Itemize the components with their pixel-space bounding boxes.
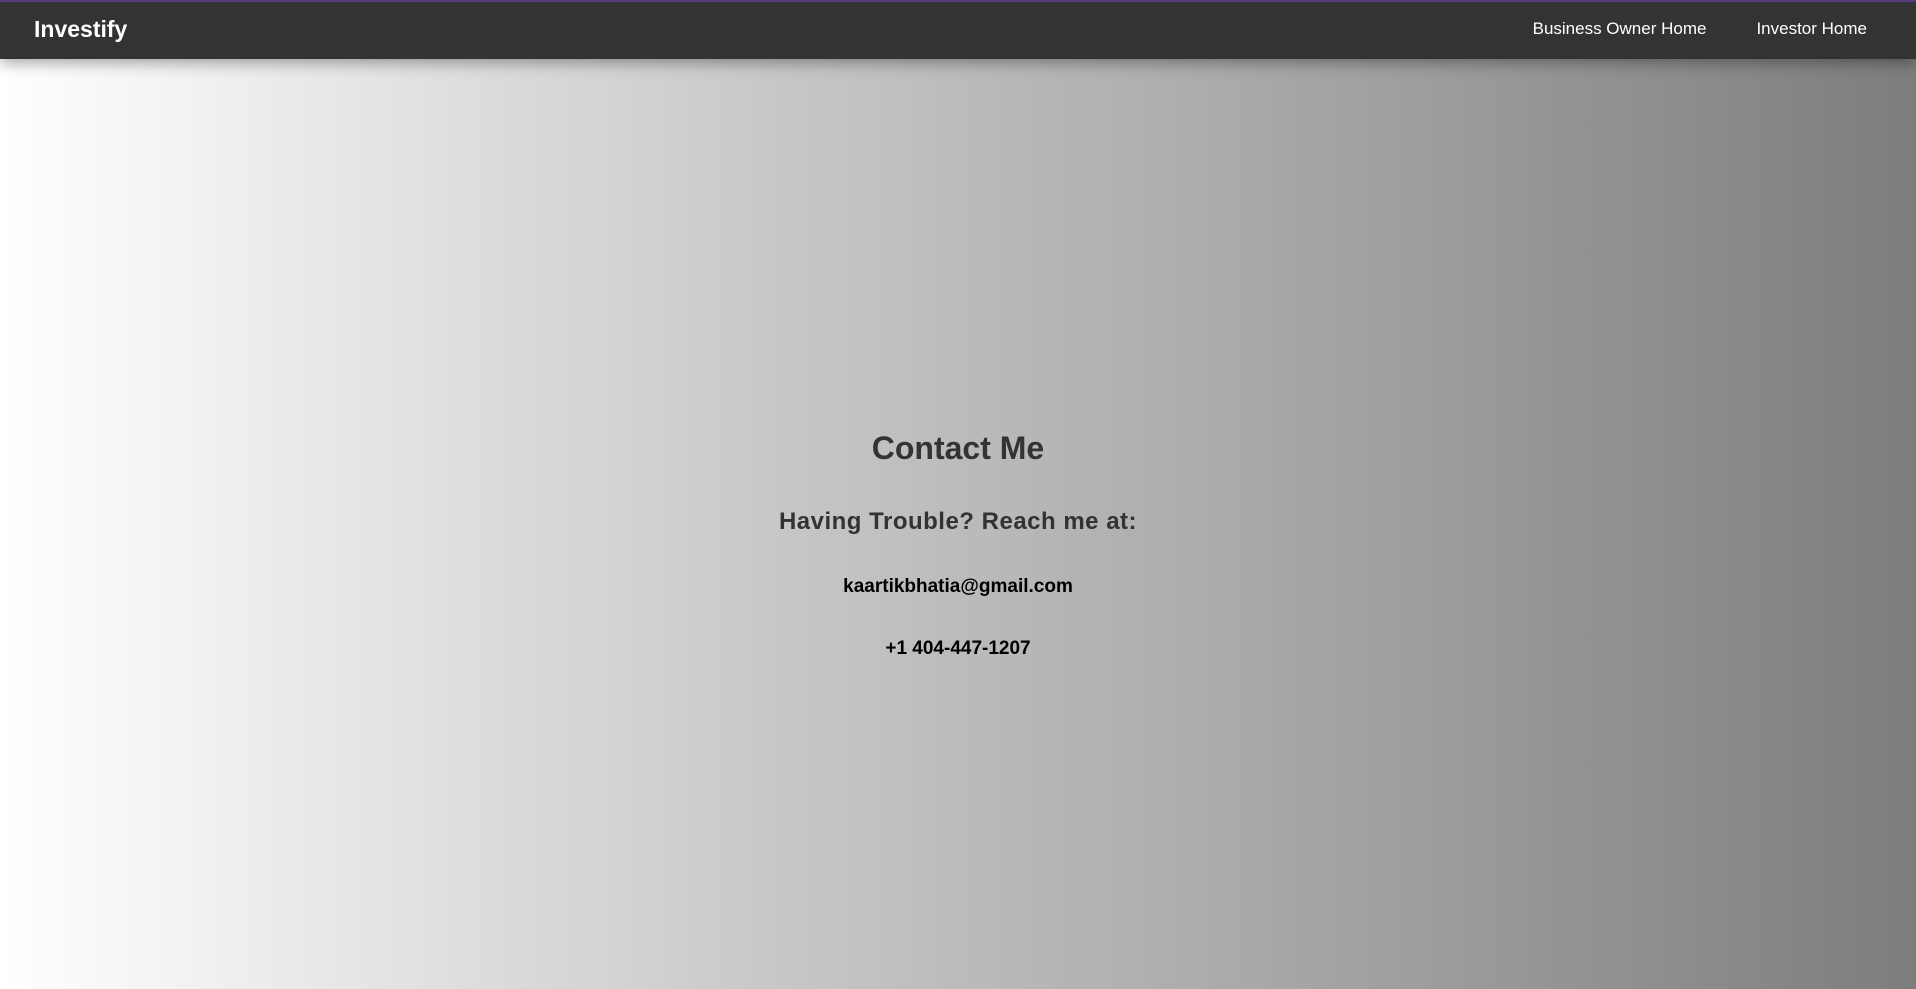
contact-phone: +1 404-447-1207 [885, 638, 1031, 659]
contact-title: Contact Me [871, 430, 1045, 466]
brand-logo-link[interactable]: Investify [34, 15, 127, 43]
top-navbar: Investify Business Owner Home Investor H… [0, 0, 1916, 59]
nav-link-business-owner-home[interactable]: Business Owner Home [1533, 19, 1707, 39]
contact-subtitle: Having Trouble? Reach me at: [778, 508, 1138, 535]
nav-link-investor-home[interactable]: Investor Home [1756, 19, 1867, 39]
contact-email: kaartikbhatia@gmail.com [843, 576, 1073, 597]
nav-links: Business Owner Home Investor Home [1533, 19, 1867, 39]
